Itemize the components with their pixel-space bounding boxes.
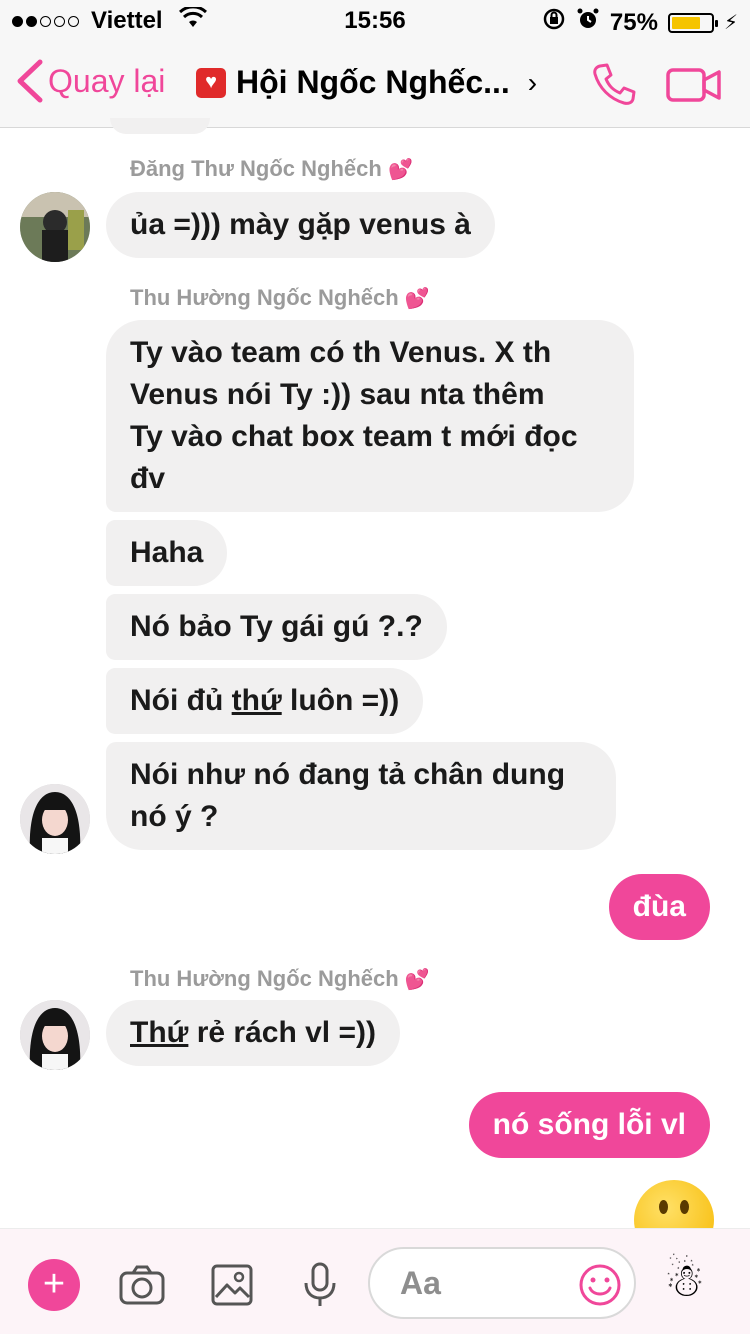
heart-icon: 💕 xyxy=(387,159,413,181)
microphone-icon[interactable] xyxy=(296,1261,344,1309)
phone-icon[interactable] xyxy=(590,60,638,108)
heart-icon: 💕 xyxy=(404,969,430,991)
message-bubble-incoming[interactable]: Nói như nó đang tả chân dung nó ý ? xyxy=(106,742,616,850)
message-line: Ty vào chat box team t mới đọc xyxy=(130,420,578,453)
message-composer: + Aa ☃ xyxy=(0,1228,750,1334)
input-placeholder: Aa xyxy=(400,1265,441,1301)
message-text: luôn =)) xyxy=(281,684,400,717)
conversation-header: Quay lại ♥ Hội Ngốc Nghếc... › xyxy=(0,40,750,128)
back-label: Quay lại xyxy=(48,62,166,99)
alarm-icon xyxy=(576,7,600,38)
message-text: rẻ rách vl =)) xyxy=(188,1016,376,1049)
message-bubble-outgoing[interactable]: đùa xyxy=(608,874,710,940)
message-list[interactable]: Đăng Thư Ngốc Nghếch 💕 ủa =))) mày gặp v… xyxy=(0,118,750,1228)
conversation-title[interactable]: ♥ Hội Ngốc Nghếc... › xyxy=(196,64,537,101)
previous-message-edge xyxy=(110,118,210,134)
message-line: nó ý ? xyxy=(130,800,219,833)
sender-name: Thu Hường Ngốc Nghếch 💕 xyxy=(130,966,430,991)
smiley-icon[interactable] xyxy=(578,1263,622,1307)
message-line: đv xyxy=(130,462,166,495)
avatar[interactable] xyxy=(20,192,90,262)
message-bubble-incoming[interactable]: Haha xyxy=(106,520,228,586)
back-chevron-icon xyxy=(17,59,43,103)
back-button[interactable]: Quay lại xyxy=(14,58,165,104)
image-icon[interactable] xyxy=(208,1261,256,1309)
message-text: Nói đủ xyxy=(130,684,232,717)
message-input[interactable]: Aa xyxy=(368,1247,636,1319)
message-bubble-incoming[interactable]: Thứ rẻ rách vl =)) xyxy=(106,1000,400,1066)
group-name: Hội Ngốc Nghếc... xyxy=(236,64,510,100)
video-icon[interactable] xyxy=(666,66,722,104)
battery-icon xyxy=(667,12,718,33)
avatar[interactable] xyxy=(20,784,90,854)
message-text: thứ xyxy=(231,684,282,717)
snowman-icon[interactable]: ☃ xyxy=(664,1253,705,1307)
message-bubble-outgoing[interactable]: nó sống lỗi vl xyxy=(468,1092,710,1158)
heart-icon: 💕 xyxy=(404,288,430,310)
heart-icon: ♥ xyxy=(196,67,226,98)
rotation-lock-icon xyxy=(542,7,566,38)
message-bubble-incoming[interactable]: Nó bảo Ty gái gú ?.? xyxy=(106,594,447,660)
message-bubble-incoming[interactable]: ủa =))) mày gặp venus à xyxy=(106,192,495,258)
status-bar: Viettel 15:56 75% ⚡ xyxy=(0,0,750,40)
message-bubble-incoming[interactable]: Nói đủ thứ luôn =)) xyxy=(106,668,424,734)
message-line: Venus nói Ty :)) sau nta thêm xyxy=(130,378,545,411)
sender-name: Đăng Thư Ngốc Nghếch 💕 xyxy=(130,156,413,181)
sender-name: Thu Hường Ngốc Nghếch 💕 xyxy=(130,285,430,310)
battery-percent: 75% xyxy=(609,8,658,36)
message-line: Nói như nó đang tả chân dung xyxy=(130,758,566,791)
avatar[interactable] xyxy=(20,1000,90,1070)
message-line: Ty vào team có th Venus. X th xyxy=(130,336,552,369)
chevron-right-icon: › xyxy=(527,66,538,98)
message-text: Thứ xyxy=(130,1016,189,1049)
message-bubble-incoming[interactable]: Ty vào team có th Venus. X th Venus nói … xyxy=(106,320,634,512)
plus-icon[interactable]: + xyxy=(28,1259,80,1311)
camera-icon[interactable] xyxy=(118,1261,166,1309)
charging-icon: ⚡ xyxy=(723,12,738,34)
